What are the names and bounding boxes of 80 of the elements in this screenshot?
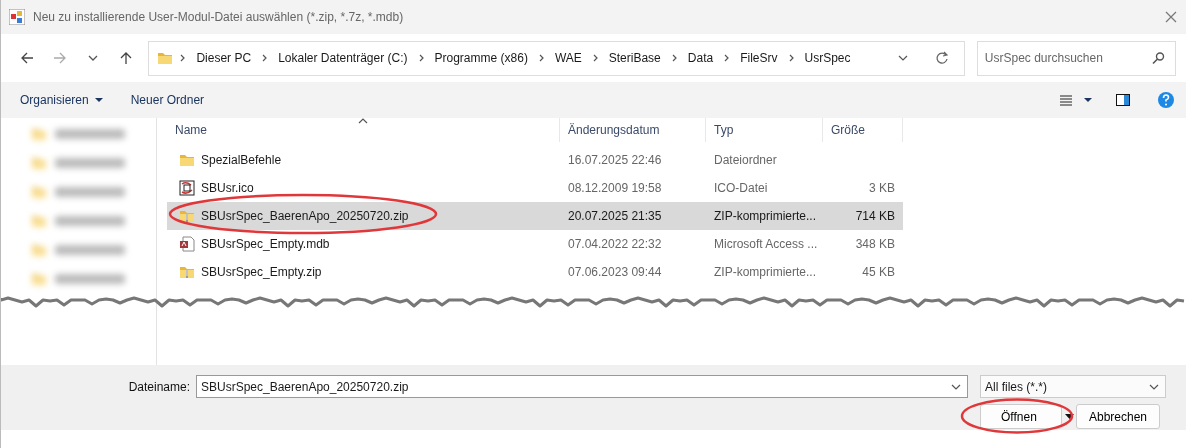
folder-icon xyxy=(157,50,174,66)
chevron-down-icon xyxy=(1149,383,1159,390)
caret-icon xyxy=(1064,414,1074,419)
zip-folder-icon xyxy=(179,264,195,280)
file-name: SBUsrSpec_Empty.zip xyxy=(201,265,322,279)
file-type-dropdown[interactable]: All files (*.*) xyxy=(980,375,1166,398)
column-header[interactable]: Typ xyxy=(706,118,823,142)
chevron-down-icon[interactable] xyxy=(951,383,961,390)
breadcrumb[interactable]: FileSrv xyxy=(736,51,782,65)
preview-pane-icon[interactable] xyxy=(1116,94,1130,106)
filename-field[interactable]: SBUsrSpec_BaerenApo_20250720.zip xyxy=(196,375,968,398)
breadcrumb[interactable]: Data xyxy=(683,51,718,65)
toolbar-button[interactable]: Neuer Ordner xyxy=(119,89,216,111)
file-name: SBUsr.ico xyxy=(201,181,254,195)
file-name: SBUsrSpec_BaerenApo_20250720.zip xyxy=(201,209,409,223)
column-header[interactable]: Größe xyxy=(823,118,903,142)
chevron-right-icon xyxy=(670,54,678,62)
date-cell-text: 16.07.2025 22:46 xyxy=(567,153,663,167)
breadcrumb[interactable]: UsrSpec xyxy=(800,51,855,65)
size-cell-text: 45 KB xyxy=(861,265,896,279)
breadcrumb[interactable]: Lokaler Datenträger (C:) xyxy=(274,51,412,65)
date-cell-text: 20.07.2025 21:35 xyxy=(567,209,663,223)
folder-icon xyxy=(31,213,47,229)
address-bar[interactable]: Dieser PC Lokaler Datenträger (C:) Programme (x86) WAE SteriBase Data FileSrv UsrSpec xyxy=(148,40,965,76)
sort-caret-icon xyxy=(358,118,368,124)
search-icon[interactable] xyxy=(1151,51,1165,65)
up-arrow-icon[interactable] xyxy=(118,50,134,66)
file-row[interactable]: SBUsrSpec_Empty.zip 07.06.2023 09:44 ZIP-komprimierte... 45 KB xyxy=(167,258,903,286)
type-cell-text: ICO-Datei xyxy=(713,181,769,195)
list-view-icon[interactable] xyxy=(1060,94,1072,106)
caret-icon[interactable] xyxy=(1084,98,1092,102)
help-icon[interactable] xyxy=(1158,92,1174,108)
size-cell-text: 3 KB xyxy=(868,181,896,195)
breadcrumb[interactable]: WAE xyxy=(550,51,586,65)
size-cell-text: 348 KB xyxy=(854,237,896,251)
chevron-right-icon xyxy=(417,54,425,62)
type-cell-text: Microsoft Access ... xyxy=(713,237,819,251)
date-cell-text: 07.06.2023 09:44 xyxy=(567,265,663,279)
chevron-right-icon xyxy=(537,54,545,62)
file-row[interactable]: SpezialBefehle 16.07.2025 22:46 Dateiordner xyxy=(167,146,903,174)
chevron-right-icon xyxy=(723,54,731,62)
chevron-down-icon[interactable] xyxy=(897,55,908,61)
folder-icon xyxy=(31,184,47,200)
breadcrumb[interactable]: Programme (x86) xyxy=(430,51,532,65)
type-cell-text: ZIP-komprimierte... xyxy=(713,209,817,223)
breadcrumb[interactable]: Dieser PC xyxy=(192,51,256,65)
file-name: SBUsrSpec_Empty.mdb xyxy=(201,237,330,251)
search-field[interactable]: UsrSpec durchsuchen xyxy=(976,40,1176,76)
database-file-icon xyxy=(179,236,195,252)
type-cell-text: ZIP-komprimierte... xyxy=(713,265,817,279)
folder-icon xyxy=(31,242,47,258)
column-header[interactable]: Name xyxy=(167,118,560,142)
caret-icon xyxy=(94,98,103,102)
close-icon[interactable] xyxy=(1164,10,1178,24)
chevron-right-icon xyxy=(591,54,599,62)
file-row[interactable]: SBUsrSpec_BaerenApo_20250720.zip 20.07.2025 21:35 ZIP-komprimierte... 714 KB xyxy=(167,202,903,230)
folder-icon xyxy=(31,155,47,171)
chevron-right-icon xyxy=(787,54,795,62)
size-cell-text: 714 KB xyxy=(854,209,896,223)
field-label: Dateiname: xyxy=(128,379,190,394)
zip-folder-icon xyxy=(179,208,195,224)
window-title: Neu zu installierende User-Modul-Datei auswählen (*.zip, *.7z, *.mdb) xyxy=(33,10,405,24)
chevron-right-icon xyxy=(179,54,187,62)
image-file-icon xyxy=(179,180,195,196)
folder-icon xyxy=(31,271,47,287)
file-row[interactable]: SBUsrSpec_Empty.mdb 07.04.2022 22:32 Microsoft Access ... 348 KB xyxy=(167,230,903,258)
folder-icon xyxy=(179,152,195,168)
column-header[interactable]: Änderungsdatum xyxy=(560,118,706,142)
chevron-right-icon xyxy=(261,54,269,62)
toolbar-button[interactable]: Organisieren xyxy=(9,89,114,111)
date-cell-text: 07.04.2022 22:32 xyxy=(567,237,663,251)
file-row[interactable]: SBUsr.ico 08.12.2009 19:58 ICO-Datei 3 KB xyxy=(167,174,903,202)
folder-icon xyxy=(31,126,47,142)
back-arrow-icon[interactable] xyxy=(19,50,36,66)
cancel-button[interactable]: Abbrechen xyxy=(1076,404,1160,429)
app-icon xyxy=(9,9,25,25)
breadcrumb[interactable]: SteriBase xyxy=(604,51,665,65)
date-cell-text: 08.12.2009 19:58 xyxy=(567,181,663,195)
type-cell-text: Dateiordner xyxy=(713,153,778,167)
file-name: SpezialBefehle xyxy=(201,153,282,167)
